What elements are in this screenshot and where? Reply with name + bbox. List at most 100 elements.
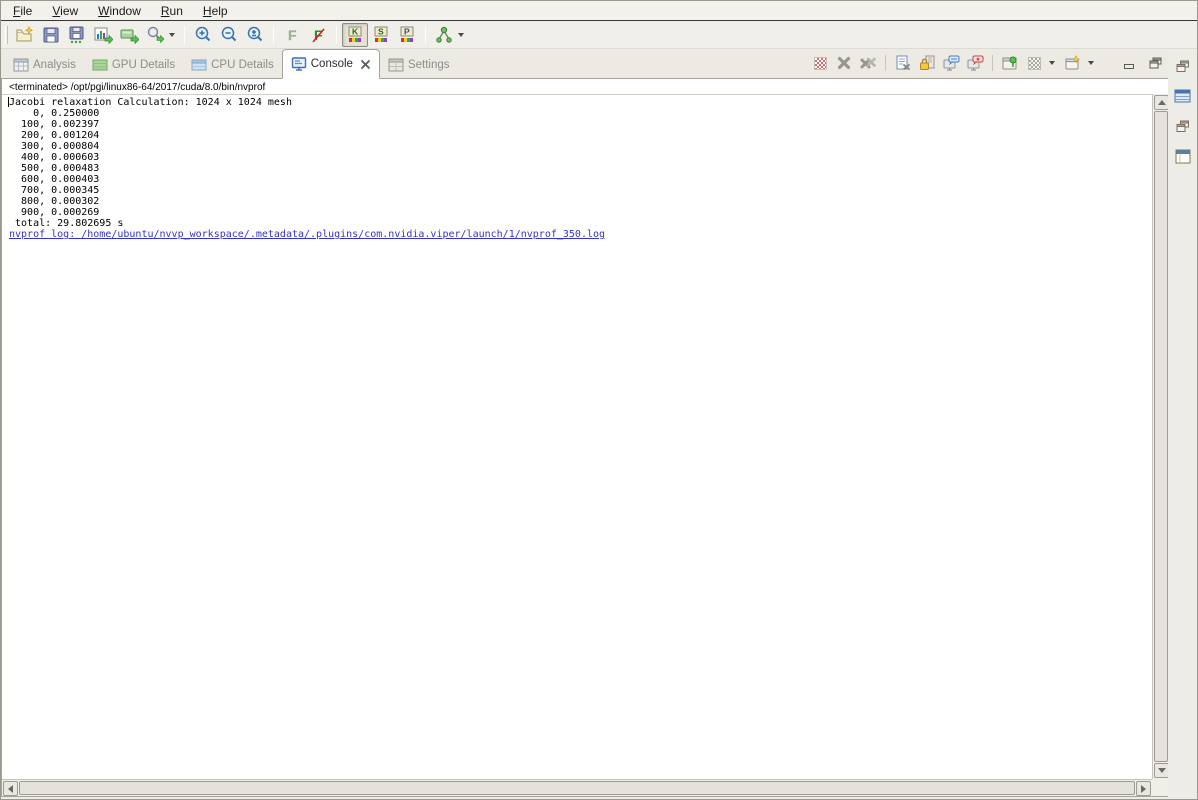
toolbar-drag-handle (5, 26, 8, 44)
zoom-in-button[interactable] (190, 23, 216, 47)
console-line: 200, 0.001204 (2, 130, 1152, 141)
stream-timeline-mode-button[interactable]: S (368, 23, 394, 47)
console-line: 900, 0.000269 (2, 207, 1152, 218)
remove-launch-button[interactable] (834, 53, 854, 73)
console-line: 500, 0.000483 (2, 163, 1152, 174)
open-console-dropdown-caret[interactable] (1088, 61, 1094, 65)
show-console-stderr-button[interactable] (965, 53, 985, 73)
main-toolbar: F F K S P (1, 22, 1197, 49)
analysis-tree-icon (435, 26, 453, 44)
run-search-dropdown-caret[interactable] (169, 33, 175, 37)
new-session-folder-icon (16, 26, 34, 44)
console-line: 0, 0.250000 (2, 108, 1152, 119)
window-view-icon (1175, 149, 1191, 164)
scroll-up-button[interactable] (1154, 95, 1169, 110)
minimize-view-button[interactable] (1118, 54, 1140, 72)
console-line: 600, 0.000403 (2, 174, 1152, 185)
run-analysis-dropdown-caret[interactable] (458, 33, 464, 37)
zoom-in-icon (194, 26, 212, 44)
display-selected-console-button[interactable] (1024, 53, 1044, 73)
zoom-reset-icon (246, 26, 264, 44)
close-icon[interactable] (360, 59, 371, 70)
save-floppy-icon (42, 26, 60, 44)
run-analysis-button[interactable] (431, 23, 457, 47)
restore-view-button[interactable] (1174, 57, 1192, 75)
vertical-scrollbar[interactable] (1152, 94, 1169, 779)
tab-settings[interactable]: Settings (380, 52, 458, 78)
terminate-button[interactable] (810, 53, 830, 73)
menu-file[interactable]: File (3, 2, 42, 20)
horizontal-scrollbar[interactable] (2, 779, 1152, 796)
cpu-details-tab-icon (191, 57, 207, 73)
process-timeline-mode-button[interactable]: P (394, 23, 420, 47)
run-search-button[interactable] (142, 23, 168, 47)
right-arrow-icon (1141, 785, 1146, 793)
pin-console-icon (1002, 55, 1018, 71)
tab-label: CPU Details (211, 59, 274, 71)
tab-label: Settings (408, 59, 450, 71)
pin-console-button[interactable] (1000, 53, 1020, 73)
horizontal-scrollbar-thumb[interactable] (19, 781, 1135, 795)
clear-console-button[interactable] (893, 53, 913, 73)
timeline-chart-arrow-icon (94, 26, 113, 44)
remove-x-icon (837, 56, 851, 70)
show-console-stdout-button[interactable] (941, 53, 961, 73)
remove-all-terminated-button[interactable] (858, 53, 878, 73)
toolbar-separator (184, 26, 185, 44)
menu-window[interactable]: Window (88, 2, 151, 20)
menu-help[interactable]: Help (193, 2, 238, 20)
tab-analysis[interactable]: Analysis (5, 52, 84, 78)
tab-cpu-details[interactable]: CPU Details (183, 52, 282, 78)
import-timeline-button[interactable] (90, 23, 116, 47)
new-session-button[interactable] (12, 23, 38, 47)
console-toolbar (810, 48, 1170, 78)
scroll-down-button[interactable] (1154, 763, 1169, 778)
clear-console-icon (895, 55, 911, 71)
menu-view[interactable]: View (42, 2, 88, 20)
scroll-left-button[interactable] (3, 781, 18, 796)
remove-all-x-icon (860, 56, 877, 70)
flag-f-dotted-icon: F (284, 26, 300, 44)
menu-run[interactable]: Run (151, 2, 193, 20)
display-console-dropdown-caret[interactable] (1049, 61, 1055, 65)
view-tab-bar: Analysis GPU Details CPU Details (1, 49, 1170, 79)
scroll-right-button[interactable] (1136, 781, 1151, 796)
console-line: total: 29.802695 s (2, 218, 1152, 229)
flag-marker-off-button[interactable]: F (305, 23, 331, 47)
nvprof-log-link[interactable]: nvprof log: /home/ubuntu/nvvp_workspace/… (9, 229, 605, 240)
flag-f-slash-icon: F (309, 26, 327, 44)
export-card-button[interactable] (116, 23, 142, 47)
console-panel: <terminated> /opt/pgi/linux86-64/2017/cu… (1, 79, 1170, 797)
tab-label: Analysis (33, 59, 76, 71)
minimize-icon (1124, 64, 1134, 69)
table-view-button[interactable] (1174, 87, 1192, 105)
tab-label: GPU Details (112, 59, 175, 71)
save-session-button[interactable] (38, 23, 64, 47)
console-text-area[interactable]: Jacobi relaxation Calculation: 1024 x 10… (2, 94, 1152, 779)
svg-text:P: P (404, 27, 410, 37)
tab-console[interactable]: Console (282, 49, 380, 79)
scroll-lock-button[interactable] (917, 53, 937, 73)
display-console-icon (1028, 57, 1041, 70)
window-view-button[interactable] (1174, 147, 1192, 165)
console-line-link-row: nvprof log: /home/ubuntu/nvvp_workspace/… (2, 229, 1152, 240)
open-console-button[interactable] (1063, 53, 1083, 73)
settings-tab-icon (388, 57, 404, 73)
zoom-reset-button[interactable] (242, 23, 268, 47)
kernel-timeline-mode-button[interactable]: K (342, 23, 368, 47)
table-view-icon (1174, 89, 1191, 103)
maximize-view-button[interactable] (1144, 54, 1166, 72)
tab-gpu-details[interactable]: GPU Details (84, 52, 183, 78)
zoom-out-button[interactable] (216, 23, 242, 47)
minimized-views-strip (1168, 49, 1197, 799)
restore-view-button[interactable] (1174, 117, 1192, 135)
save-as-floppy-icon (68, 26, 86, 44)
toolbar-separator (425, 26, 426, 44)
open-console-icon (1065, 55, 1081, 71)
flag-marker-disabled-button[interactable]: F (279, 23, 305, 47)
stream-mode-s-icon: S (372, 26, 390, 44)
up-arrow-icon (1158, 100, 1166, 105)
vertical-scrollbar-thumb[interactable] (1154, 111, 1168, 762)
save-session-as-button[interactable] (64, 23, 90, 47)
console-toolbar-separator (885, 55, 886, 71)
